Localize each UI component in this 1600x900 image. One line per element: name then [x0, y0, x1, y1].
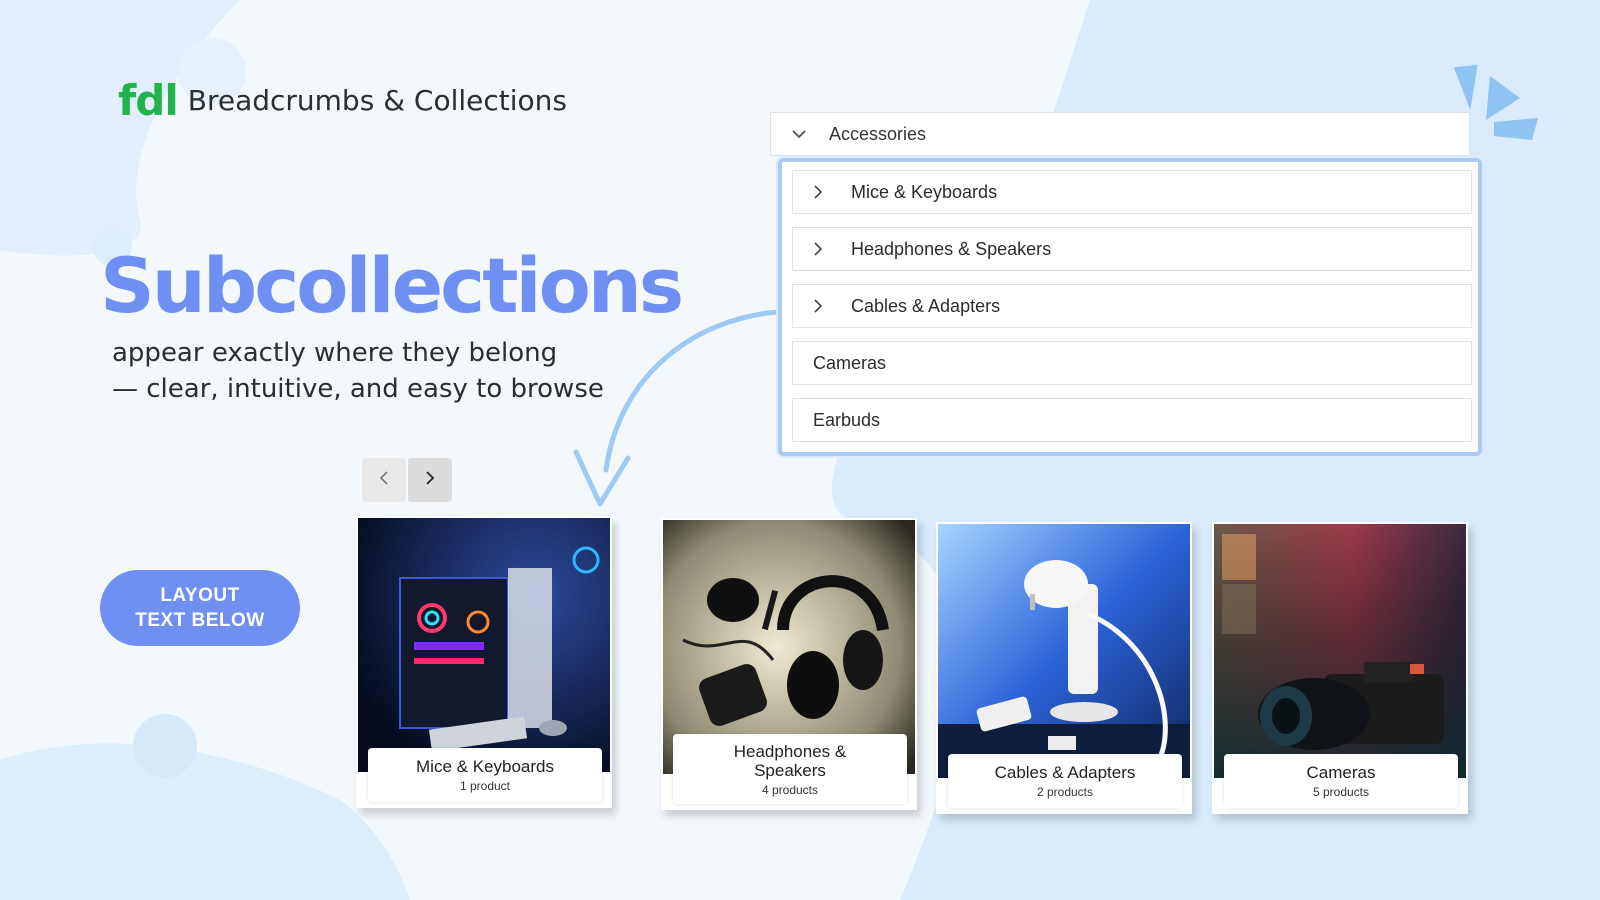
chevron-right-icon[interactable]	[793, 184, 843, 200]
chevron-down-icon[interactable]	[771, 129, 827, 139]
collection-image-gaming-pc	[358, 518, 610, 772]
card-caption: Mice & Keyboards 1 product	[368, 748, 602, 802]
subcollection-label: Cameras	[813, 352, 887, 373]
card-caption: Cables & Adapters 2 products	[948, 754, 1182, 808]
subcollection-item-cables-adapters[interactable]: Cables & Adapters	[792, 284, 1472, 328]
collection-card-mice-keyboards[interactable]: Mice & Keyboards 1 product	[356, 516, 612, 808]
card-product-count: 1 product	[459, 779, 511, 793]
hero-subtitle-line2: — clear, intuitive, and easy to browse	[112, 374, 604, 404]
brand-logo-mark: fdl	[118, 76, 179, 125]
chevron-right-icon[interactable]	[793, 241, 843, 257]
subcollection-list: Mice & Keyboards Headphones & Speakers C…	[778, 158, 1482, 456]
chevron-left-icon	[379, 470, 389, 491]
app-title: Breadcrumbs & Collections	[187, 84, 568, 117]
subcollection-label: Cables & Adapters	[851, 295, 1001, 316]
chevron-right-icon	[425, 470, 435, 491]
hero-subtitle-line1: appear exactly where they belong	[112, 338, 558, 368]
card-title: Headphones &	[733, 741, 847, 761]
collection-parent-label: Accessories	[829, 123, 927, 144]
collection-card-headphones-speakers[interactable]: Headphones & Speakers 4 products	[661, 518, 917, 810]
card-title: Cameras	[1306, 763, 1376, 782]
card-product-count: 5 products	[1312, 785, 1370, 799]
collection-card-cameras[interactable]: Cameras 5 products	[1212, 522, 1468, 814]
carousel-prev-button[interactable]	[362, 458, 406, 502]
subcollection-item-cameras[interactable]: Cameras	[792, 341, 1472, 385]
app-logo: fdl Breadcrumbs & Collections	[118, 80, 567, 122]
layout-text-below-button[interactable]: LAYOUT TEXT BELOW	[100, 570, 300, 646]
card-caption: Cameras 5 products	[1224, 754, 1458, 808]
subcollection-label: Headphones & Speakers	[851, 238, 1052, 259]
collection-image-adapter	[938, 524, 1190, 778]
card-title: Cables & Adapters	[994, 763, 1136, 782]
collection-card-cables-adapters[interactable]: Cables & Adapters 2 products	[936, 522, 1192, 814]
chevron-right-icon[interactable]	[793, 298, 843, 314]
card-product-count: 2 products	[1036, 785, 1094, 799]
hero-subtitle: appear exactly where they belong — clear…	[112, 335, 612, 407]
layout-badge-line2: TEXT BELOW	[135, 610, 265, 631]
collection-tree-parent-accessories[interactable]: Accessories	[770, 112, 1470, 156]
card-title: Mice & Keyboards	[416, 757, 554, 776]
hero-headline: Subcollections	[100, 241, 684, 330]
card-title-line2: Speakers	[754, 760, 826, 780]
subcollection-label: Earbuds	[813, 409, 881, 430]
subcollection-label: Mice & Keyboards	[851, 181, 998, 202]
collection-image-camera	[1214, 524, 1466, 778]
subcollection-item-mice-keyboards[interactable]: Mice & Keyboards	[792, 170, 1472, 214]
layout-badge-line1: LAYOUT	[160, 585, 240, 606]
carousel-next-button[interactable]	[408, 458, 452, 502]
subcollection-item-earbuds[interactable]: Earbuds	[792, 398, 1472, 442]
card-product-count: 4 products	[761, 782, 819, 797]
subcollection-item-headphones-speakers[interactable]: Headphones & Speakers	[792, 227, 1472, 271]
card-caption: Headphones & Speakers 4 products	[673, 734, 907, 804]
